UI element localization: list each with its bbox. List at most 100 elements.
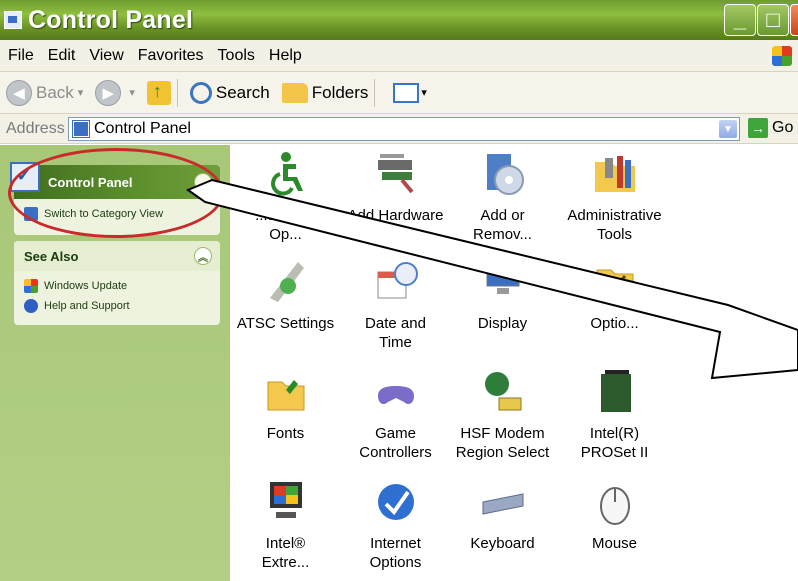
address-value: Control Panel xyxy=(94,120,191,137)
folder-options-icon xyxy=(591,258,639,306)
maximize-button[interactable]: □ xyxy=(757,4,789,36)
item-label-line2: Tools xyxy=(596,226,633,243)
windows-update-icon xyxy=(24,279,38,293)
control-panel-item-hsf-modem-region[interactable]: HSF Modem Region Select xyxy=(445,368,560,462)
item-label-line1: ...ssibility xyxy=(255,207,316,224)
control-panel-item-intel-proset[interactable]: Intel(R) PROSet II xyxy=(557,368,672,462)
views-button[interactable]: ▾ xyxy=(387,82,427,103)
search-icon xyxy=(189,81,212,104)
internet-options-icon xyxy=(372,478,420,526)
control-panel-item-add-remove-programs[interactable]: Add or Remov... xyxy=(445,150,560,244)
back-button[interactable]: ◀ Back xyxy=(6,79,74,106)
date-time-icon xyxy=(372,258,420,306)
control-panel-item-add-hardware[interactable]: Add Hardware xyxy=(338,150,453,225)
item-label-line2: Remov... xyxy=(473,226,532,243)
forward-dropdown-icon[interactable]: ▾ xyxy=(129,86,135,99)
menu-bar: File Edit View Favorites Tools Help xyxy=(0,40,798,72)
menu-file[interactable]: File xyxy=(8,47,34,65)
folders-button[interactable]: Folders xyxy=(281,82,369,103)
help-support-label: Help and Support xyxy=(44,300,130,312)
search-button[interactable]: Search xyxy=(189,81,270,104)
control-panel-item-folder-options[interactable]: Optio... xyxy=(557,258,672,333)
item-label-line2: Region Select xyxy=(455,444,550,461)
see-also-body: Windows Update Help and Support xyxy=(14,271,220,329)
accessibility-icon xyxy=(262,150,310,198)
intel-extreme-graphics-icon xyxy=(262,478,310,526)
go-button[interactable]: → Go xyxy=(748,118,793,138)
window-title: Control Panel xyxy=(28,5,194,34)
item-label-line2: Op... xyxy=(269,226,302,243)
control-panel-item-date-time[interactable]: Date and Time xyxy=(338,258,453,352)
control-panel-item-atsc-settings[interactable]: ATSC Settings xyxy=(228,258,343,333)
add-remove-programs-icon xyxy=(479,150,527,198)
windows-logo-icon xyxy=(772,46,792,66)
collapse-icon[interactable]: ︽ xyxy=(194,247,212,265)
intel-proset-icon xyxy=(591,368,639,416)
control-panel-item-administrative-tools[interactable]: Administrative Tools xyxy=(557,150,672,244)
item-label-line2: PROSet II xyxy=(580,444,649,461)
address-label: Address xyxy=(6,119,65,137)
item-label-line1: Game xyxy=(375,425,416,442)
up-button[interactable] xyxy=(146,80,171,105)
item-label-line1: ATSC Settings xyxy=(236,315,335,332)
item-label-line1: Intel® xyxy=(265,535,306,552)
control-panel-item-keyboard[interactable]: Keyboard xyxy=(445,478,560,553)
back-arrow-icon: ◀ xyxy=(6,79,32,106)
game-controllers-icon xyxy=(372,368,420,416)
views-dropdown-icon: ▾ xyxy=(421,87,427,99)
menu-tools[interactable]: Tools xyxy=(218,47,255,65)
fonts-icon xyxy=(262,368,310,416)
help-icon xyxy=(24,299,38,313)
item-label-line1: Display xyxy=(477,315,528,332)
control-panel-item-game-controllers[interactable]: Game Controllers xyxy=(338,368,453,462)
item-label-line1: Add or xyxy=(480,207,525,224)
minimize-button[interactable]: _ xyxy=(724,4,756,36)
control-panel-item-accessibility[interactable]: ...ssibility Op... xyxy=(228,150,343,244)
go-arrow-icon: → xyxy=(748,118,768,138)
item-label-line1: HSF Modem xyxy=(460,425,545,442)
windows-update-link[interactable]: Windows Update xyxy=(24,279,210,293)
item-label-line1: Administrative xyxy=(567,207,662,224)
item-label-line1: Keyboard xyxy=(470,535,535,552)
toolbar-separator xyxy=(176,78,178,107)
item-label-line2: Extre... xyxy=(261,554,310,571)
toolbar-separator xyxy=(374,78,376,107)
folders-icon xyxy=(281,82,308,103)
see-also-title: See Also xyxy=(24,248,79,264)
see-also-header[interactable]: See Also ︽ xyxy=(14,241,220,271)
control-panel-item-fonts[interactable]: Fonts xyxy=(228,368,343,443)
keyboard-icon xyxy=(479,478,527,526)
views-icon xyxy=(393,82,420,103)
help-and-support-link[interactable]: Help and Support xyxy=(24,299,210,313)
item-label-line1: Mouse xyxy=(591,535,638,552)
item-label-line1: Date and xyxy=(365,315,426,332)
forward-button[interactable]: ▶ xyxy=(95,79,125,106)
item-label-line2: Controllers xyxy=(359,444,432,461)
menu-favorites[interactable]: Favorites xyxy=(138,47,204,65)
control-panel-item-internet-options[interactable]: Internet Options xyxy=(338,478,453,572)
back-label: Back xyxy=(36,82,74,102)
menu-view[interactable]: View xyxy=(89,47,123,65)
item-label-line1: Intel(R) xyxy=(589,425,640,442)
folders-label: Folders xyxy=(311,82,369,102)
folder-up-icon xyxy=(146,80,171,105)
search-label: Search xyxy=(215,82,270,102)
address-dropdown-icon[interactable]: ▼ xyxy=(719,120,737,138)
item-label-line2: Options xyxy=(369,554,422,571)
title-bar: Control Panel _ □ ✕ xyxy=(0,0,798,40)
back-dropdown-icon[interactable]: ▾ xyxy=(78,86,84,99)
control-panel-small-icon xyxy=(72,120,90,138)
menu-edit[interactable]: Edit xyxy=(48,47,76,65)
highlight-ellipse xyxy=(8,148,224,238)
control-panel-item-intel-extreme-graphics[interactable]: Intel® Extre... xyxy=(228,478,343,572)
item-label-line1: Internet xyxy=(370,535,421,552)
item-label-line2: Time xyxy=(379,334,412,351)
control-panel-item-display[interactable]: Display xyxy=(445,258,560,333)
mouse-icon xyxy=(591,478,639,526)
address-field[interactable]: Control Panel ▼ xyxy=(68,117,740,141)
control-panel-item-mouse[interactable]: Mouse xyxy=(557,478,672,553)
item-label-line1: Add Hardware xyxy=(347,207,444,224)
menu-help[interactable]: Help xyxy=(269,47,302,65)
close-button[interactable]: ✕ xyxy=(790,4,798,36)
atsc-settings-icon xyxy=(262,258,310,306)
